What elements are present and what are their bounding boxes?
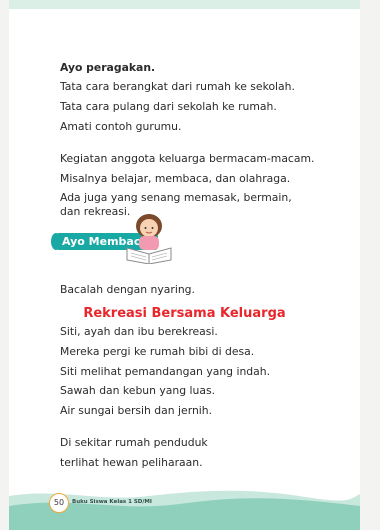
section2-line: Kegiatan anggota keluarga bermacam-macam… [60, 152, 315, 165]
story-line: Sawah dan kebun yang luas. [60, 384, 216, 397]
story-line: terlihat hewan peliharaan. [60, 456, 203, 469]
book-title: Buku Siswa Kelas 1 SD/MI [72, 499, 152, 505]
story-line: Mereka pergi ke rumah bibi di desa. [60, 345, 255, 358]
story-line: Air sungai bersih dan jernih. [60, 404, 213, 417]
page-number: 50 [49, 493, 69, 513]
top-band [9, 0, 360, 9]
story-line: Siti melihat pemandangan yang indah. [60, 365, 271, 378]
section2-line: Ada juga yang senang memasak, bermain, [60, 191, 292, 204]
story-line: Siti, ayah dan ibu berekreasi. [60, 325, 218, 338]
section1-heading: Ayo peragakan. [60, 61, 156, 74]
section2-line: Misalnya belajar, membaca, dan olahraga. [60, 172, 291, 185]
instruction-text: Bacalah dengan nyaring. [60, 283, 195, 296]
reading-girl-icon [126, 214, 172, 264]
section1-line: Amati contoh gurumu. [60, 120, 182, 133]
book-page: Ayo peragakan. Tata cara berangkat dari … [9, 0, 360, 530]
section1-line: Tata cara berangkat dari rumah ke sekola… [60, 80, 295, 93]
story-line: Di sekitar rumah penduduk [60, 436, 208, 449]
story-title: Rekreasi Bersama Keluarga [83, 306, 286, 321]
section1-line: Tata cara pulang dari sekolah ke rumah. [60, 100, 277, 113]
